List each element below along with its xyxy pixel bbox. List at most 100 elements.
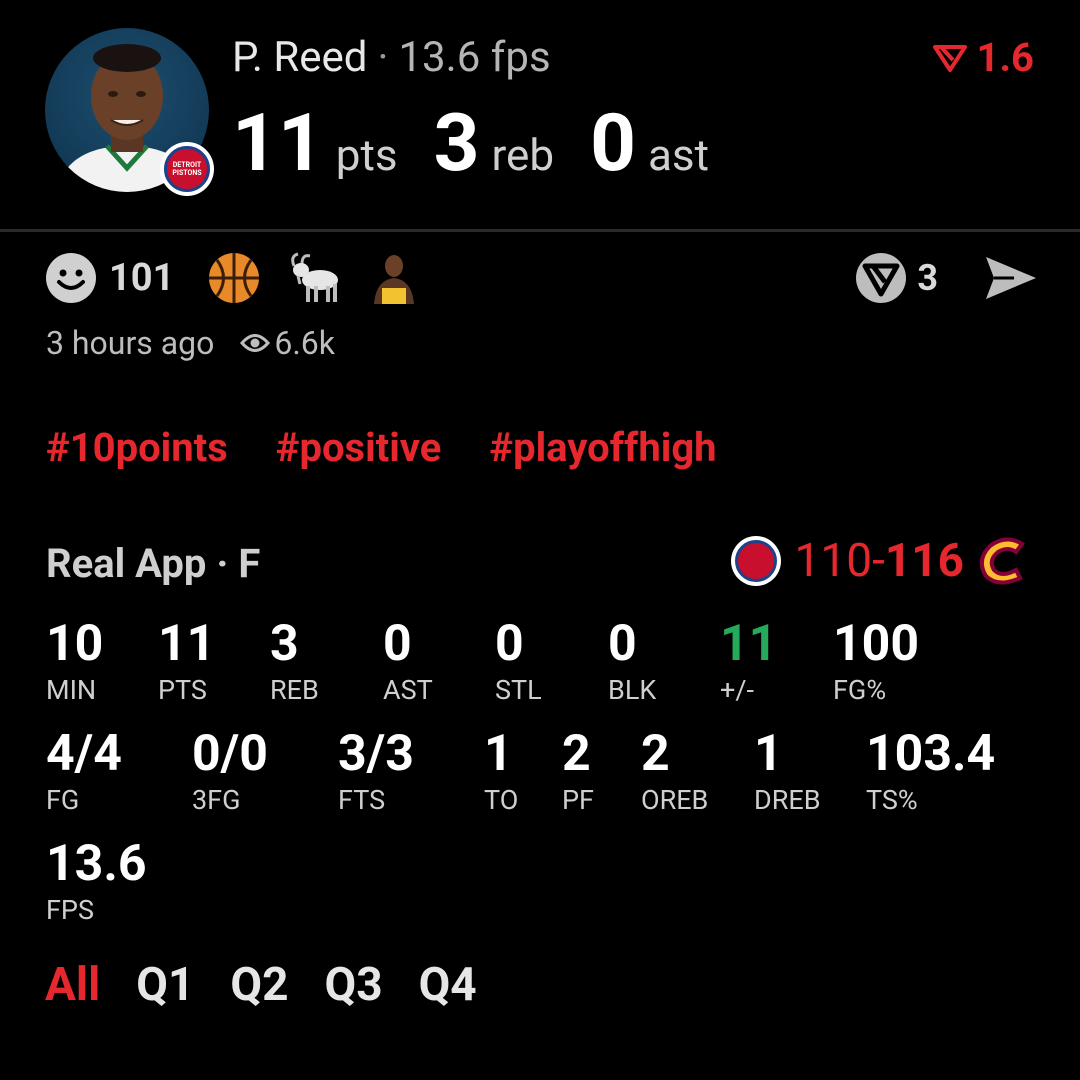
stat-value: 2 xyxy=(562,725,591,783)
tab-all[interactable]: All xyxy=(45,958,100,1012)
reactions-bar: 101 xyxy=(45,250,416,306)
cavaliers-logo-icon xyxy=(979,537,1025,585)
player-sticker-icon[interactable] xyxy=(372,252,416,304)
stat-3fg: 0/0 3FG xyxy=(192,726,268,816)
stat-value: 0/0 xyxy=(192,725,268,783)
stat-label: FTS xyxy=(338,784,386,816)
post-time: 3 hours ago xyxy=(46,324,215,362)
title-separator: · xyxy=(377,33,389,82)
stat-label: REB xyxy=(270,674,319,706)
stat-label: PF xyxy=(562,784,594,816)
game-source: Real App · F xyxy=(46,540,261,587)
stat-value: 100 xyxy=(833,615,920,673)
stat-fps: 13.6 FPS xyxy=(46,836,147,926)
stat-label: TO xyxy=(484,784,519,816)
stat-label: +/- xyxy=(720,674,754,706)
stat-fg-pct: 100 FG% xyxy=(833,616,919,706)
stat-pf: 2 PF xyxy=(562,726,594,816)
stat-value: 10 xyxy=(46,615,104,673)
stat-label: TS% xyxy=(866,784,918,816)
game-score[interactable]: 110- 116 xyxy=(730,534,1032,588)
stat-blk: 0 BLK xyxy=(608,616,656,706)
home-score: 110- xyxy=(794,534,885,588)
player-name[interactable]: P. Reed xyxy=(232,33,367,82)
smiley-icon[interactable] xyxy=(45,252,97,304)
stat-label: DREB xyxy=(754,784,821,816)
headline-stats: 11 pts 3 reb 0 ast xyxy=(232,98,745,188)
header-divider xyxy=(0,229,1080,232)
share-controls: 3 xyxy=(855,250,1038,306)
stat-reb: 3 REB xyxy=(270,616,319,706)
stat-label: PTS xyxy=(158,674,207,706)
stat-oreb: 2 OREB xyxy=(641,726,708,816)
badge-text-line2: PISTONS xyxy=(172,169,202,177)
pistons-logo-icon xyxy=(730,536,781,586)
stat-value: 1 xyxy=(754,725,783,783)
headline-pts-value: 11 xyxy=(232,96,324,190)
stat-value: 13.6 xyxy=(46,835,147,893)
stat-label: OREB xyxy=(641,784,709,816)
player-title: P. Reed · 13.6 fps xyxy=(232,32,551,84)
stat-stl: 0 STL xyxy=(495,616,542,706)
stat-value: 4/4 xyxy=(46,725,122,783)
stat-dreb: 1 DREB xyxy=(754,726,821,816)
stat-value: 0 xyxy=(495,615,524,673)
headline-reb-value: 3 xyxy=(433,96,480,190)
stat-value: 103.4 xyxy=(866,725,996,783)
stat-value: 2 xyxy=(641,725,670,783)
reaction-count[interactable]: 101 xyxy=(109,256,174,300)
eye-icon xyxy=(240,334,271,352)
headline-pts-unit: pts xyxy=(335,129,398,181)
goat-icon[interactable] xyxy=(288,252,342,304)
headline-ast-value: 0 xyxy=(590,96,636,190)
view-count-value: 6.6k xyxy=(274,324,335,362)
tab-q1[interactable]: Q1 xyxy=(136,958,194,1012)
hashtag-list: #10points #positive #playoffhigh xyxy=(46,424,717,471)
quarter-tabs: All Q1 Q2 Q3 Q4 xyxy=(45,958,477,1012)
delta-value: 1.6 xyxy=(976,34,1035,81)
stat-plus-minus: 11 +/- xyxy=(720,616,777,706)
stat-label: AST xyxy=(383,674,433,706)
tab-q2[interactable]: Q2 xyxy=(230,958,288,1012)
stat-fts: 3/3 FTS xyxy=(338,726,414,816)
stat-value: 1 xyxy=(484,725,513,783)
headline-reb-unit: reb xyxy=(491,129,555,181)
stat-ts-pct: 103.4 TS% xyxy=(866,726,995,816)
stat-label: 3FG xyxy=(192,784,241,816)
send-icon[interactable] xyxy=(984,255,1038,301)
tab-q3[interactable]: Q3 xyxy=(324,958,382,1012)
basketball-icon[interactable] xyxy=(208,252,260,304)
hashtag[interactable]: #positive xyxy=(276,424,442,471)
reshare-count: 3 xyxy=(917,257,938,299)
stat-value: 11 xyxy=(158,615,216,673)
reshare-icon[interactable] xyxy=(855,252,907,304)
team-logo-badge: DETROIT PISTONS xyxy=(160,142,214,196)
stat-pts: 11 PTS xyxy=(158,616,215,706)
player-fps: 13.6 fps xyxy=(398,33,551,82)
hashtag[interactable]: #playoffhigh xyxy=(489,424,716,471)
away-score: 116 xyxy=(884,534,964,588)
stat-value: 0 xyxy=(383,615,412,673)
fps-delta: 1.6 xyxy=(932,34,1035,81)
post-meta: 3 hours ago 6.6k xyxy=(46,324,335,362)
stat-value: 11 xyxy=(720,615,778,673)
delta-down-icon xyxy=(932,44,967,72)
stat-min: 10 MIN xyxy=(46,616,103,706)
tab-q4[interactable]: Q4 xyxy=(419,958,477,1012)
stat-label: FG xyxy=(46,784,80,816)
stat-label: STL xyxy=(495,674,542,706)
headline-ast-unit: ast xyxy=(647,129,710,181)
stat-label: FPS xyxy=(46,894,94,926)
stat-value: 0 xyxy=(608,615,637,673)
stat-label: FG% xyxy=(833,674,887,706)
stat-to: 1 TO xyxy=(484,726,518,816)
hashtag[interactable]: #10points xyxy=(46,424,228,471)
stat-label: MIN xyxy=(46,674,97,706)
stat-ast: 0 AST xyxy=(383,616,433,706)
stat-fg: 4/4 FG xyxy=(46,726,122,816)
stat-value: 3 xyxy=(270,615,299,673)
view-count: 6.6k xyxy=(240,324,335,362)
badge-text-line1: DETROIT xyxy=(172,161,202,169)
stat-value: 3/3 xyxy=(338,725,414,783)
stat-label: BLK xyxy=(608,674,657,706)
